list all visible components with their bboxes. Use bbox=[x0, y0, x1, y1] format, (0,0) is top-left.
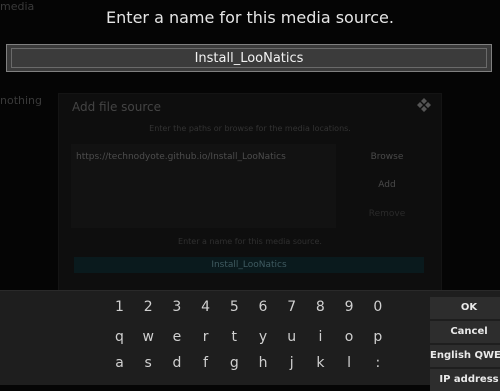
dialog-name-field[interactable]: Install_LooNatics bbox=[74, 257, 424, 273]
key-j[interactable]: j bbox=[277, 355, 306, 371]
key-f[interactable]: f bbox=[191, 355, 220, 371]
key-d[interactable]: d bbox=[162, 355, 191, 371]
key-a[interactable]: a bbox=[105, 355, 134, 371]
key-7[interactable]: 7 bbox=[277, 299, 306, 315]
keyboard-layout-button[interactable]: English QWERTY bbox=[430, 345, 500, 367]
add-button[interactable]: Add bbox=[345, 172, 429, 198]
remove-button[interactable]: Remove bbox=[345, 201, 429, 227]
key-g[interactable]: g bbox=[220, 355, 249, 371]
path-item: https://technodyote.github.io/Install_Lo… bbox=[76, 152, 286, 162]
key-w[interactable]: w bbox=[134, 329, 163, 345]
cancel-button[interactable]: Cancel bbox=[430, 321, 500, 343]
key-8[interactable]: 8 bbox=[306, 299, 335, 315]
key-y[interactable]: y bbox=[249, 329, 278, 345]
key-e[interactable]: e bbox=[162, 329, 191, 345]
key-5[interactable]: 5 bbox=[220, 299, 249, 315]
key-l[interactable]: l bbox=[335, 355, 364, 371]
key-q[interactable]: q bbox=[105, 329, 134, 345]
key-t[interactable]: t bbox=[220, 329, 249, 345]
key-h[interactable]: h bbox=[249, 355, 278, 371]
dialog-hint: Enter the paths or browse for the media … bbox=[149, 124, 351, 133]
key-9[interactable]: 9 bbox=[335, 299, 364, 315]
key-1[interactable]: 1 bbox=[105, 299, 134, 315]
path-list[interactable]: https://technodyote.github.io/Install_Lo… bbox=[71, 144, 336, 228]
key-p[interactable]: p bbox=[363, 329, 392, 345]
add-file-source-dialog: Add file source Enter the paths or brows… bbox=[58, 93, 442, 295]
key-i[interactable]: i bbox=[306, 329, 335, 345]
on-screen-keyboard: 1234567890 qwertyuiop asdfghjkl: OK Cancel… bbox=[0, 290, 500, 391]
key-4[interactable]: 4 bbox=[191, 299, 220, 315]
name-input-value: Install_LooNatics bbox=[11, 48, 487, 68]
key-r[interactable]: r bbox=[191, 329, 220, 345]
kodi-logo-icon bbox=[417, 98, 431, 112]
dialog-title: Add file source bbox=[72, 100, 161, 114]
key-0[interactable]: 0 bbox=[363, 299, 392, 315]
ok-button[interactable]: OK bbox=[430, 297, 500, 319]
key-3[interactable]: 3 bbox=[162, 299, 191, 315]
key-u[interactable]: u bbox=[277, 329, 306, 345]
key-k[interactable]: k bbox=[306, 355, 335, 371]
dialog-name-hint: Enter a name for this media source. bbox=[178, 237, 322, 246]
name-input[interactable]: Install_LooNatics bbox=[6, 44, 492, 72]
prompt-title: Enter a name for this media source. bbox=[106, 8, 394, 27]
key-colon[interactable]: : bbox=[363, 355, 392, 371]
key-2[interactable]: 2 bbox=[134, 299, 163, 315]
background-side-label: nothing bbox=[0, 94, 42, 107]
key-6[interactable]: 6 bbox=[249, 299, 278, 315]
key-s[interactable]: s bbox=[134, 355, 163, 371]
key-o[interactable]: o bbox=[335, 329, 364, 345]
browse-button[interactable]: Browse bbox=[345, 144, 429, 170]
ip-address-button[interactable]: IP address bbox=[430, 369, 500, 391]
